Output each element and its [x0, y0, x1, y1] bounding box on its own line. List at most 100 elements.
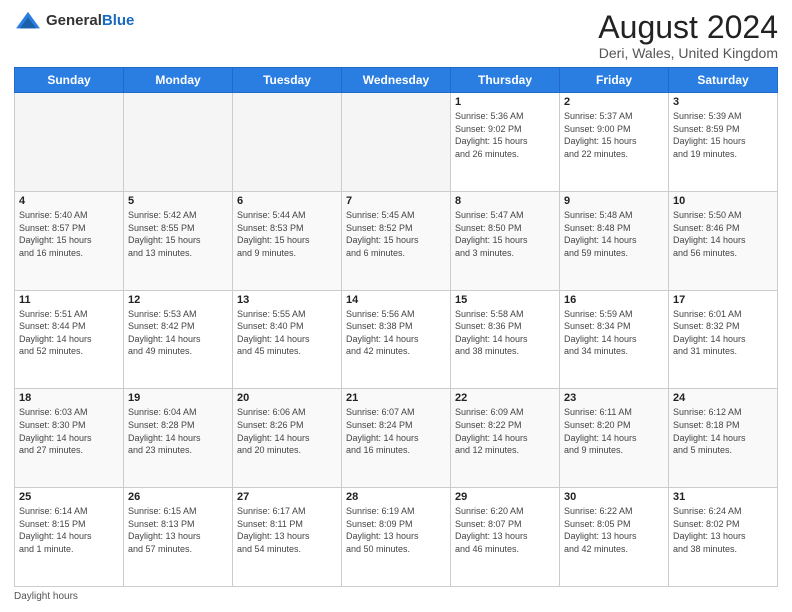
- day-info: Sunrise: 6:20 AM Sunset: 8:07 PM Dayligh…: [455, 505, 555, 555]
- day-number: 28: [346, 491, 446, 503]
- day-number: 12: [128, 294, 228, 306]
- day-number: 26: [128, 491, 228, 503]
- day-info: Sunrise: 6:09 AM Sunset: 8:22 PM Dayligh…: [455, 406, 555, 456]
- day-number: 29: [455, 491, 555, 503]
- calendar-cell: 31Sunrise: 6:24 AM Sunset: 8:02 PM Dayli…: [669, 488, 778, 587]
- calendar-week-row: 25Sunrise: 6:14 AM Sunset: 8:15 PM Dayli…: [15, 488, 778, 587]
- main-title: August 2024: [598, 10, 778, 45]
- calendar-day-header: Friday: [560, 68, 669, 93]
- day-info: Sunrise: 5:59 AM Sunset: 8:34 PM Dayligh…: [564, 308, 664, 358]
- logo-text: GeneralBlue: [46, 12, 134, 30]
- calendar-cell: 6 Sunrise: 5:44 AM Sunset: 8:53 PM Daylig…: [233, 191, 342, 290]
- calendar-cell: 7Sunrise: 5:45 AM Sunset: 8:52 PM Daylig…: [342, 191, 451, 290]
- day-number: 15: [455, 294, 555, 306]
- calendar-cell: 28 Sunrise: 6:19 AM Sunset: 8:09 PM Dayli…: [342, 488, 451, 587]
- logo: GeneralBlue: [14, 10, 134, 32]
- calendar-cell: 23 Sunrise: 6:11 AM Sunset: 8:20 PM Dayli…: [560, 389, 669, 488]
- day-info: Sunrise: 6:04 AM Sunset: 8:28 PM Dayligh…: [128, 406, 228, 456]
- calendar-week-row: 4 Sunrise: 5:40 AM Sunset: 8:57 PM Daylig…: [15, 191, 778, 290]
- day-number: 16: [564, 294, 664, 306]
- day-number: 2: [564, 96, 664, 108]
- day-number: 20: [237, 392, 337, 404]
- day-info: Sunrise: 5:58 AM Sunset: 8:36 PM Dayligh…: [455, 308, 555, 358]
- day-info: Sunrise: 5:40 AM Sunset: 8:57 PM Dayligh…: [19, 209, 119, 259]
- calendar-cell: [233, 93, 342, 192]
- calendar-cell: 22 Sunrise: 6:09 AM Sunset: 8:22 PM Dayli…: [451, 389, 560, 488]
- day-number: 10: [673, 195, 773, 207]
- calendar-cell: 30Sunrise: 6:22 AM Sunset: 8:05 PM Dayli…: [560, 488, 669, 587]
- day-number: 8: [455, 195, 555, 207]
- day-number: 23: [564, 392, 664, 404]
- calendar-cell: 14 Sunrise: 5:56 AM Sunset: 8:38 PM Dayli…: [342, 290, 451, 389]
- calendar-cell: 3Sunrise: 5:39 AM Sunset: 8:59 PM Daylig…: [669, 93, 778, 192]
- calendar-cell: 21 Sunrise: 6:07 AM Sunset: 8:24 PM Dayli…: [342, 389, 451, 488]
- day-info: Sunrise: 6:01 AM Sunset: 8:32 PM Dayligh…: [673, 308, 773, 358]
- calendar-cell: 10Sunrise: 5:50 AM Sunset: 8:46 PM Dayli…: [669, 191, 778, 290]
- calendar-week-row: 11 Sunrise: 5:51 AM Sunset: 8:44 PM Dayli…: [15, 290, 778, 389]
- calendar-cell: 29 Sunrise: 6:20 AM Sunset: 8:07 PM Dayli…: [451, 488, 560, 587]
- calendar-week-row: 18 Sunrise: 6:03 AM Sunset: 8:30 PM Dayli…: [15, 389, 778, 488]
- calendar-cell: 26 Sunrise: 6:15 AM Sunset: 8:13 PM Dayli…: [124, 488, 233, 587]
- day-number: 4: [19, 195, 119, 207]
- day-info: Sunrise: 5:37 AM Sunset: 9:00 PM Dayligh…: [564, 110, 664, 160]
- calendar-week-row: 1 Sunrise: 5:36 AM Sunset: 9:02 PM Daylig…: [15, 93, 778, 192]
- day-number: 9: [564, 195, 664, 207]
- calendar-cell: 2 Sunrise: 5:37 AM Sunset: 9:00 PM Daylig…: [560, 93, 669, 192]
- day-info: Sunrise: 6:07 AM Sunset: 8:24 PM Dayligh…: [346, 406, 446, 456]
- calendar-table: SundayMondayTuesdayWednesdayThursdayFrid…: [14, 67, 778, 587]
- calendar-day-header: Monday: [124, 68, 233, 93]
- footer-note: Daylight hours: [14, 591, 778, 602]
- day-number: 1: [455, 96, 555, 108]
- calendar-header-row: SundayMondayTuesdayWednesdayThursdayFrid…: [15, 68, 778, 93]
- day-info: Sunrise: 5:48 AM Sunset: 8:48 PM Dayligh…: [564, 209, 664, 259]
- day-info: Sunrise: 5:55 AM Sunset: 8:40 PM Dayligh…: [237, 308, 337, 358]
- day-info: Sunrise: 5:36 AM Sunset: 9:02 PM Dayligh…: [455, 110, 555, 160]
- day-number: 22: [455, 392, 555, 404]
- day-number: 7: [346, 195, 446, 207]
- day-info: Sunrise: 6:24 AM Sunset: 8:02 PM Dayligh…: [673, 505, 773, 555]
- day-info: Sunrise: 6:14 AM Sunset: 8:15 PM Dayligh…: [19, 505, 119, 555]
- day-info: Sunrise: 6:15 AM Sunset: 8:13 PM Dayligh…: [128, 505, 228, 555]
- calendar-cell: 25Sunrise: 6:14 AM Sunset: 8:15 PM Dayli…: [15, 488, 124, 587]
- day-number: 21: [346, 392, 446, 404]
- day-number: 13: [237, 294, 337, 306]
- subtitle: Deri, Wales, United Kingdom: [598, 45, 778, 61]
- day-info: Sunrise: 6:11 AM Sunset: 8:20 PM Dayligh…: [564, 406, 664, 456]
- day-number: 14: [346, 294, 446, 306]
- calendar-day-header: Wednesday: [342, 68, 451, 93]
- day-info: Sunrise: 6:22 AM Sunset: 8:05 PM Dayligh…: [564, 505, 664, 555]
- day-number: 5: [128, 195, 228, 207]
- header: GeneralBlue August 2024 Deri, Wales, Uni…: [14, 10, 778, 61]
- day-info: Sunrise: 6:17 AM Sunset: 8:11 PM Dayligh…: [237, 505, 337, 555]
- calendar-cell: 13 Sunrise: 5:55 AM Sunset: 8:40 PM Dayli…: [233, 290, 342, 389]
- day-info: Sunrise: 5:51 AM Sunset: 8:44 PM Dayligh…: [19, 308, 119, 358]
- day-number: 6: [237, 195, 337, 207]
- day-info: Sunrise: 6:06 AM Sunset: 8:26 PM Dayligh…: [237, 406, 337, 456]
- day-info: Sunrise: 5:53 AM Sunset: 8:42 PM Dayligh…: [128, 308, 228, 358]
- calendar-cell: 19 Sunrise: 6:04 AM Sunset: 8:28 PM Dayli…: [124, 389, 233, 488]
- title-section: August 2024 Deri, Wales, United Kingdom: [598, 10, 778, 61]
- calendar-cell: 15 Sunrise: 5:58 AM Sunset: 8:36 PM Dayli…: [451, 290, 560, 389]
- logo-blue: Blue: [102, 12, 135, 29]
- calendar-cell: 9 Sunrise: 5:48 AM Sunset: 8:48 PM Daylig…: [560, 191, 669, 290]
- day-info: Sunrise: 5:56 AM Sunset: 8:38 PM Dayligh…: [346, 308, 446, 358]
- calendar-cell: [342, 93, 451, 192]
- calendar-cell: [124, 93, 233, 192]
- calendar-cell: 4 Sunrise: 5:40 AM Sunset: 8:57 PM Daylig…: [15, 191, 124, 290]
- day-number: 27: [237, 491, 337, 503]
- day-number: 11: [19, 294, 119, 306]
- day-info: Sunrise: 5:39 AM Sunset: 8:59 PM Dayligh…: [673, 110, 773, 160]
- day-info: Sunrise: 6:19 AM Sunset: 8:09 PM Dayligh…: [346, 505, 446, 555]
- logo-general: General: [46, 12, 102, 29]
- calendar-day-header: Tuesday: [233, 68, 342, 93]
- day-number: 18: [19, 392, 119, 404]
- day-number: 19: [128, 392, 228, 404]
- day-number: 24: [673, 392, 773, 404]
- calendar-cell: 18 Sunrise: 6:03 AM Sunset: 8:30 PM Dayli…: [15, 389, 124, 488]
- calendar-cell: [15, 93, 124, 192]
- calendar-cell: 5Sunrise: 5:42 AM Sunset: 8:55 PM Daylig…: [124, 191, 233, 290]
- day-info: Sunrise: 5:47 AM Sunset: 8:50 PM Dayligh…: [455, 209, 555, 259]
- day-info: Sunrise: 6:03 AM Sunset: 8:30 PM Dayligh…: [19, 406, 119, 456]
- day-info: Sunrise: 5:44 AM Sunset: 8:53 PM Dayligh…: [237, 209, 337, 259]
- calendar-cell: 8 Sunrise: 5:47 AM Sunset: 8:50 PM Daylig…: [451, 191, 560, 290]
